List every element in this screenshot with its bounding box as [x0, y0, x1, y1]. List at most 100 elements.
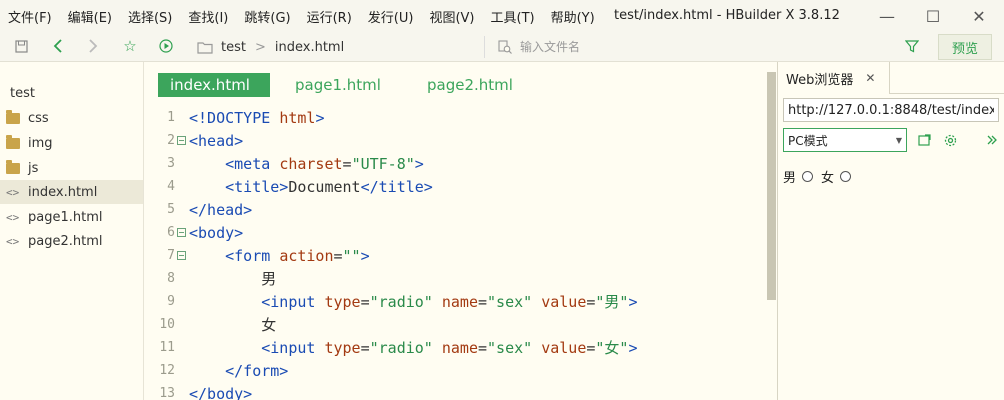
forward-icon[interactable] — [84, 37, 102, 55]
tree-folder-js[interactable]: js — [0, 156, 143, 180]
device-mode-value: PC模式 — [788, 133, 828, 148]
menu-help[interactable]: 帮助(Y) — [551, 7, 595, 26]
menu-file[interactable]: 文件(F) — [8, 7, 52, 26]
code-token: > — [315, 108, 325, 127]
web-browser-panel: Web浏览器 ✕ PC模式 ▼ 男 女 — [777, 62, 1004, 400]
code-line[interactable]: 12 </form> — [145, 359, 765, 382]
code-line[interactable]: 6 <body> — [145, 221, 765, 244]
code-token: <form — [225, 246, 280, 265]
fold-toggle-icon[interactable] — [177, 251, 186, 260]
code-area[interactable]: 1 <!DOCTYPE html> 2 <head> 3 <meta charset="… — [145, 106, 765, 400]
code-token: type — [324, 293, 361, 311]
breadcrumb-project[interactable]: test — [221, 40, 246, 55]
fold-toggle-icon[interactable] — [177, 228, 186, 237]
tree-file-page1[interactable]: <> page1.html — [0, 205, 143, 229]
line-number: 5 — [167, 202, 175, 217]
tree-file-page2[interactable]: <> page2.html — [0, 229, 143, 253]
tree-file-index[interactable]: <> index.html — [0, 180, 143, 204]
menu-find[interactable]: 查找(I) — [188, 7, 228, 26]
window-title: test/index.html - HBuilder X 3.8.12 — [614, 8, 840, 23]
code-token: "UTF-8" — [351, 154, 415, 173]
code-line[interactable]: 2 <head> — [145, 129, 765, 152]
code-token: > — [414, 154, 424, 173]
code-line[interactable]: 7 <form action=""> — [145, 244, 765, 267]
label-female: 女 — [821, 170, 835, 186]
code-token: > — [360, 246, 370, 265]
menu-run[interactable]: 运行(R) — [307, 7, 352, 26]
title-bar: 文件(F) 编辑(E) 选择(S) 查找(I) 跳转(G) 运行(R) 发行(U… — [0, 0, 1004, 32]
tree-folder-css[interactable]: css — [0, 106, 143, 130]
tab-web-browser[interactable]: Web浏览器 ✕ — [778, 62, 890, 94]
url-input[interactable] — [783, 98, 999, 122]
file-search-input[interactable] — [520, 40, 900, 54]
minimize-button[interactable]: — — [872, 4, 902, 28]
tree-item-label: index.html — [28, 184, 98, 200]
tree-item-label: page1.html — [28, 209, 103, 225]
code-line[interactable]: 8 男 — [145, 267, 765, 290]
code-line[interactable]: 1 <!DOCTYPE html> — [145, 106, 765, 129]
tab-page2-html[interactable]: page2.html — [427, 73, 513, 97]
screenshot-icon[interactable] — [916, 132, 932, 148]
code-line[interactable]: 3 <meta charset="UTF-8"> — [145, 152, 765, 175]
code-token: = — [360, 339, 370, 357]
code-line[interactable]: 13 </body> — [145, 382, 765, 400]
close-icon[interactable]: ✕ — [865, 71, 875, 85]
code-text: <input type="radio" name="sex" value="女"… — [189, 337, 637, 358]
device-mode-select[interactable]: PC模式 ▼ — [783, 128, 907, 152]
menu-edit[interactable]: 编辑(E) — [68, 7, 112, 26]
menu-view[interactable]: 视图(V) — [429, 7, 474, 26]
line-number: 6 — [167, 225, 175, 240]
code-text: <head> — [189, 132, 243, 150]
tree-project-test[interactable]: test — [0, 81, 143, 105]
tab-index-html[interactable]: index.html — [158, 73, 270, 97]
menu-publish[interactable]: 发行(U) — [368, 7, 414, 26]
close-button[interactable]: ✕ — [964, 4, 994, 28]
code-text: <body> — [189, 224, 243, 242]
code-line[interactable]: 11 <input type="radio" name="sex" value=… — [145, 336, 765, 359]
rendered-form: 男 女 — [783, 166, 859, 186]
code-text: 女 — [189, 314, 276, 335]
editor-scrollbar[interactable] — [767, 72, 776, 300]
line-number: 2 — [167, 133, 175, 148]
menu-select[interactable]: 选择(S) — [128, 7, 172, 26]
star-icon[interactable]: ☆ — [121, 37, 139, 55]
line-number: 4 — [167, 179, 175, 194]
code-token: <!DOCTYPE — [189, 108, 280, 127]
code-token: name — [441, 293, 478, 311]
radio-female[interactable] — [840, 170, 852, 182]
code-text: <!DOCTYPE html> — [189, 109, 324, 127]
folder-icon — [6, 159, 20, 174]
breadcrumb-file[interactable]: index.html — [275, 40, 344, 55]
code-line[interactable]: 4 <title>Document</title> — [145, 175, 765, 198]
preview-button[interactable]: 预览 — [938, 34, 992, 60]
back-icon[interactable] — [49, 37, 67, 55]
run-icon[interactable] — [157, 37, 175, 55]
filter-icon[interactable] — [903, 37, 921, 55]
code-token: <title> — [225, 177, 289, 196]
code-token: Document — [288, 177, 361, 196]
radio-male[interactable] — [802, 170, 814, 182]
save-icon[interactable] — [12, 37, 30, 55]
line-number: 1 — [167, 110, 175, 125]
settings-icon[interactable] — [942, 132, 958, 148]
fold-toggle-icon[interactable] — [177, 136, 186, 145]
code-token: "男" — [595, 293, 629, 311]
expand-icon[interactable] — [984, 132, 1000, 148]
code-token: </body> — [189, 384, 253, 400]
code-token: </title> — [360, 177, 433, 196]
file-path-breadcrumb[interactable]: test > index.html — [193, 36, 485, 58]
tree-item-label: js — [28, 160, 39, 176]
code-line[interactable]: 5 </head> — [145, 198, 765, 221]
code-line[interactable]: 9 <input type="radio" name="sex" value="… — [145, 290, 765, 313]
code-line[interactable]: 10 女 — [145, 313, 765, 336]
menu-goto[interactable]: 跳转(G) — [244, 7, 290, 26]
tree-folder-img[interactable]: img — [0, 131, 143, 155]
tab-page1-html[interactable]: page1.html — [295, 73, 381, 97]
code-token: "女" — [595, 339, 629, 357]
browser-tab-label: Web浏览器 — [786, 72, 854, 88]
maximize-button[interactable]: ☐ — [918, 4, 948, 28]
menu-tools[interactable]: 工具(T) — [491, 7, 535, 26]
